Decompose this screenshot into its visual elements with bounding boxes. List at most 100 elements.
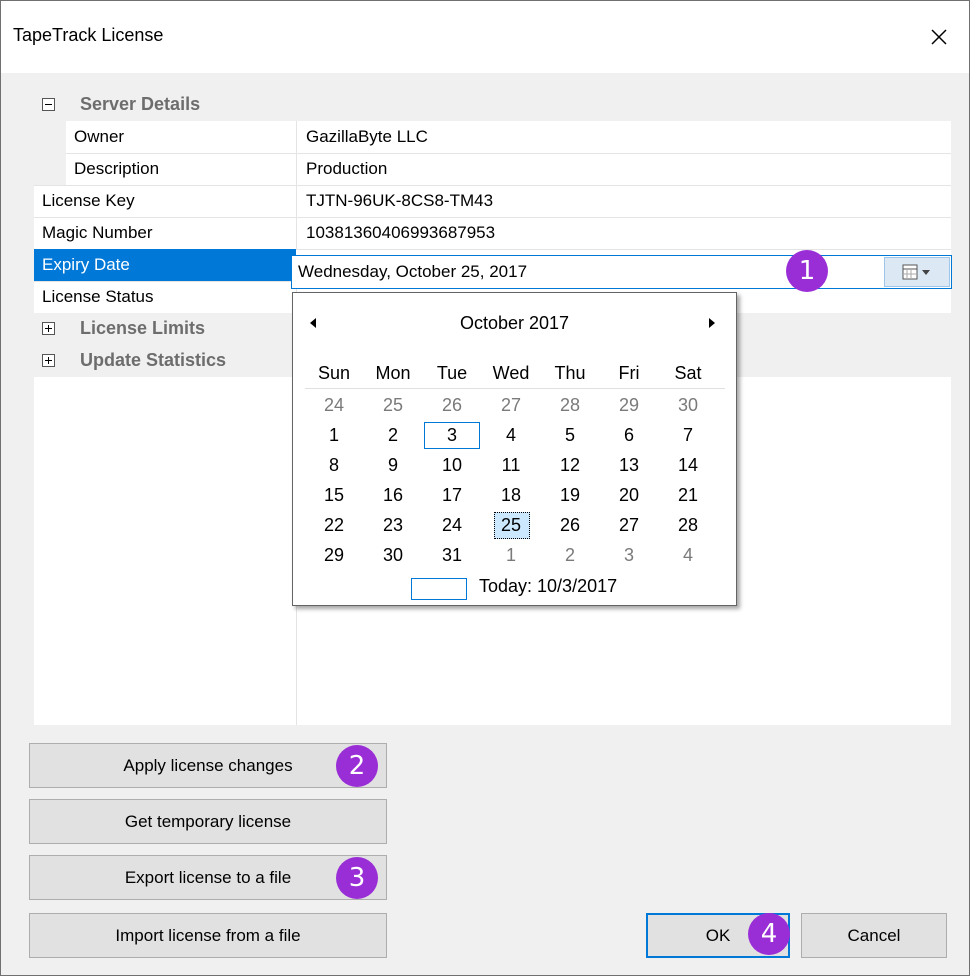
calendar-day[interactable]: 3 <box>423 425 481 446</box>
import-license-button[interactable]: Import license from a file <box>29 913 387 958</box>
calendar-day[interactable]: 2 <box>541 545 599 566</box>
calendar-day[interactable]: 28 <box>659 515 717 536</box>
day-of-week-header: Sat <box>674 363 702 383</box>
calendar-day[interactable]: 26 <box>541 515 599 536</box>
header-separator <box>305 388 725 389</box>
calendar-day[interactable]: 15 <box>305 485 363 506</box>
calendar-day[interactable]: 11 <box>482 455 540 476</box>
day-of-week-header: Tue <box>436 363 468 383</box>
window-title: TapeTrack License <box>13 25 164 45</box>
calendar-day[interactable]: 14 <box>659 455 717 476</box>
apply-license-button[interactable]: Apply license changes <box>29 743 387 788</box>
calendar-day[interactable]: 5 <box>541 425 599 446</box>
apply-label: Apply license changes <box>123 755 293 775</box>
category-label: Update Statistics <box>80 350 227 370</box>
calendar-day[interactable]: 23 <box>364 515 422 536</box>
grid-row-magic-number[interactable]: Magic Number 10381360406993687953 <box>34 217 951 250</box>
cancel-button[interactable]: Cancel <box>801 913 947 958</box>
calendar-day[interactable]: 9 <box>364 455 422 476</box>
close-button[interactable] <box>909 1 969 73</box>
calendar-day[interactable]: 31 <box>423 545 481 566</box>
temporary-label: Get temporary license <box>124 811 292 831</box>
owner-label: Owner <box>74 127 125 146</box>
calendar-day[interactable]: 10 <box>423 455 481 476</box>
calendar-day[interactable]: 20 <box>600 485 658 506</box>
calendar-day[interactable]: 27 <box>600 515 658 536</box>
expiry-date-value[interactable]: Wednesday, October 25, 2017 <box>298 262 527 282</box>
description-label: Description <box>74 159 160 178</box>
calendar-day[interactable]: 12 <box>541 455 599 476</box>
calendar-day[interactable]: 4 <box>482 425 540 446</box>
cancel-label: Cancel <box>847 925 901 945</box>
export-license-button[interactable]: Export license to a file <box>29 855 387 900</box>
column-divider <box>296 217 297 249</box>
callout-badge-3: 3 <box>336 857 378 899</box>
calendar-day[interactable]: 25 <box>364 395 422 416</box>
license-key-value: TJTN-96UK-8CS8-TM43 <box>306 191 494 210</box>
calendar-month-label[interactable]: October 2017 <box>293 313 736 334</box>
day-of-week-header: Mon <box>375 363 411 383</box>
expand-icon[interactable] <box>42 354 55 367</box>
calendar-day[interactable]: 1 <box>482 545 540 566</box>
license-dialog: TapeTrack License Server Details Owner G… <box>0 0 970 976</box>
collapse-icon[interactable] <box>42 98 55 111</box>
calendar-day[interactable]: 3 <box>600 545 658 566</box>
grid-row-owner[interactable]: Owner GazillaByte LLC <box>34 121 951 154</box>
day-of-week-header: Fri <box>618 363 640 383</box>
calendar-day[interactable]: 27 <box>482 395 540 416</box>
calendar-day[interactable]: 17 <box>423 485 481 506</box>
calendar-day[interactable]: 21 <box>659 485 717 506</box>
calendar-day[interactable]: 8 <box>305 455 363 476</box>
today-indicator <box>411 578 467 600</box>
calendar-day[interactable]: 4 <box>659 545 717 566</box>
temporary-license-button[interactable]: Get temporary license <box>29 799 387 844</box>
calendar-day[interactable]: 24 <box>305 395 363 416</box>
category-server-details[interactable]: Server Details <box>34 89 951 121</box>
calendar-day[interactable]: 28 <box>541 395 599 416</box>
callout-badge-1: 1 <box>786 250 828 292</box>
calendar-day[interactable]: 16 <box>364 485 422 506</box>
calendar-day[interactable]: 25 <box>482 515 540 536</box>
expiry-date-picker[interactable]: Wednesday, October 25, 2017 <box>291 255 952 289</box>
close-icon <box>931 29 947 45</box>
column-divider <box>296 153 297 185</box>
indent-band <box>34 153 66 185</box>
calendar-day[interactable]: 6 <box>600 425 658 446</box>
owner-value: GazillaByte LLC <box>306 127 428 146</box>
category-label: Server Details <box>80 94 201 114</box>
column-divider <box>296 121 297 153</box>
day-of-week-header: Wed <box>492 363 530 383</box>
calendar-dropdown-button[interactable] <box>884 257 950 287</box>
calendar-popup: October 2017 Sun Mon Tue Wed Thu Fri Sat 24 25 26… <box>292 292 737 606</box>
calendar-day[interactable]: 30 <box>364 545 422 566</box>
calendar-day[interactable]: 2 <box>364 425 422 446</box>
grid-row-license-key[interactable]: License Key TJTN-96UK-8CS8-TM43 <box>34 185 951 218</box>
description-value: Production <box>306 159 388 178</box>
indent-band <box>34 121 66 153</box>
expand-icon[interactable] <box>42 322 55 335</box>
calendar-day[interactable]: 19 <box>541 485 599 506</box>
calendar-day[interactable]: 24 <box>423 515 481 536</box>
magic-number-label: Magic Number <box>42 223 153 242</box>
grid-row-description[interactable]: Description Production <box>34 153 951 186</box>
calendar-day[interactable]: 22 <box>305 515 363 536</box>
expiry-date-label: Expiry Date <box>42 255 130 274</box>
today-link[interactable]: Today: 10/3/2017 <box>479 576 617 597</box>
calendar-icon <box>902 264 930 280</box>
calendar-day[interactable]: 26 <box>423 395 481 416</box>
callout-badge-2: 2 <box>336 745 378 787</box>
magic-number-value: 10381360406993687953 <box>306 223 496 242</box>
day-of-week-header: Thu <box>554 363 586 383</box>
next-month-button[interactable] <box>702 313 722 333</box>
chevron-right-icon <box>709 318 715 328</box>
calendar-day[interactable]: 18 <box>482 485 540 506</box>
calendar-day[interactable]: 13 <box>600 455 658 476</box>
license-status-label: License Status <box>42 287 154 306</box>
calendar-day[interactable]: 29 <box>305 545 363 566</box>
calendar-day[interactable]: 29 <box>600 395 658 416</box>
day-of-week-header: Sun <box>317 363 351 383</box>
calendar-day[interactable]: 30 <box>659 395 717 416</box>
calendar-day[interactable]: 7 <box>659 425 717 446</box>
title-bar: TapeTrack License <box>1 1 969 73</box>
calendar-day[interactable]: 1 <box>305 425 363 446</box>
